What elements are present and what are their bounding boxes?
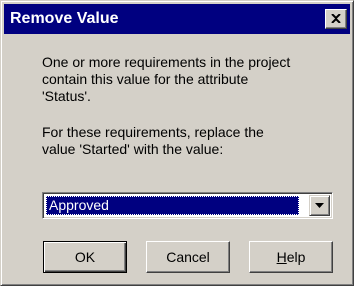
dropdown-button[interactable]	[309, 195, 330, 216]
chevron-down-icon	[315, 203, 324, 208]
remove-value-dialog: Remove Value One or more requirements in…	[0, 0, 354, 286]
ok-button[interactable]: OK	[43, 241, 127, 273]
close-icon	[331, 14, 341, 23]
message-line: 'Status'.	[42, 88, 91, 104]
selected-value[interactable]: Approved	[46, 196, 299, 215]
replacement-value-select[interactable]: Approved	[42, 192, 333, 219]
help-label: elp	[286, 249, 306, 265]
help-mnemonic: H	[276, 249, 287, 265]
cancel-button[interactable]: Cancel	[146, 241, 230, 273]
dialog-title: Remove Value	[10, 10, 119, 27]
message-line: One or more requirements in the project	[42, 54, 291, 70]
close-button[interactable]	[325, 9, 347, 29]
message-line: contain this value for the attribute	[42, 71, 249, 87]
help-button[interactable]: Help	[249, 241, 333, 273]
message-line: value 'Started' with the value:	[42, 141, 224, 157]
message-line: For these requirements, replace the	[42, 124, 264, 140]
title-bar[interactable]: Remove Value	[4, 4, 350, 34]
